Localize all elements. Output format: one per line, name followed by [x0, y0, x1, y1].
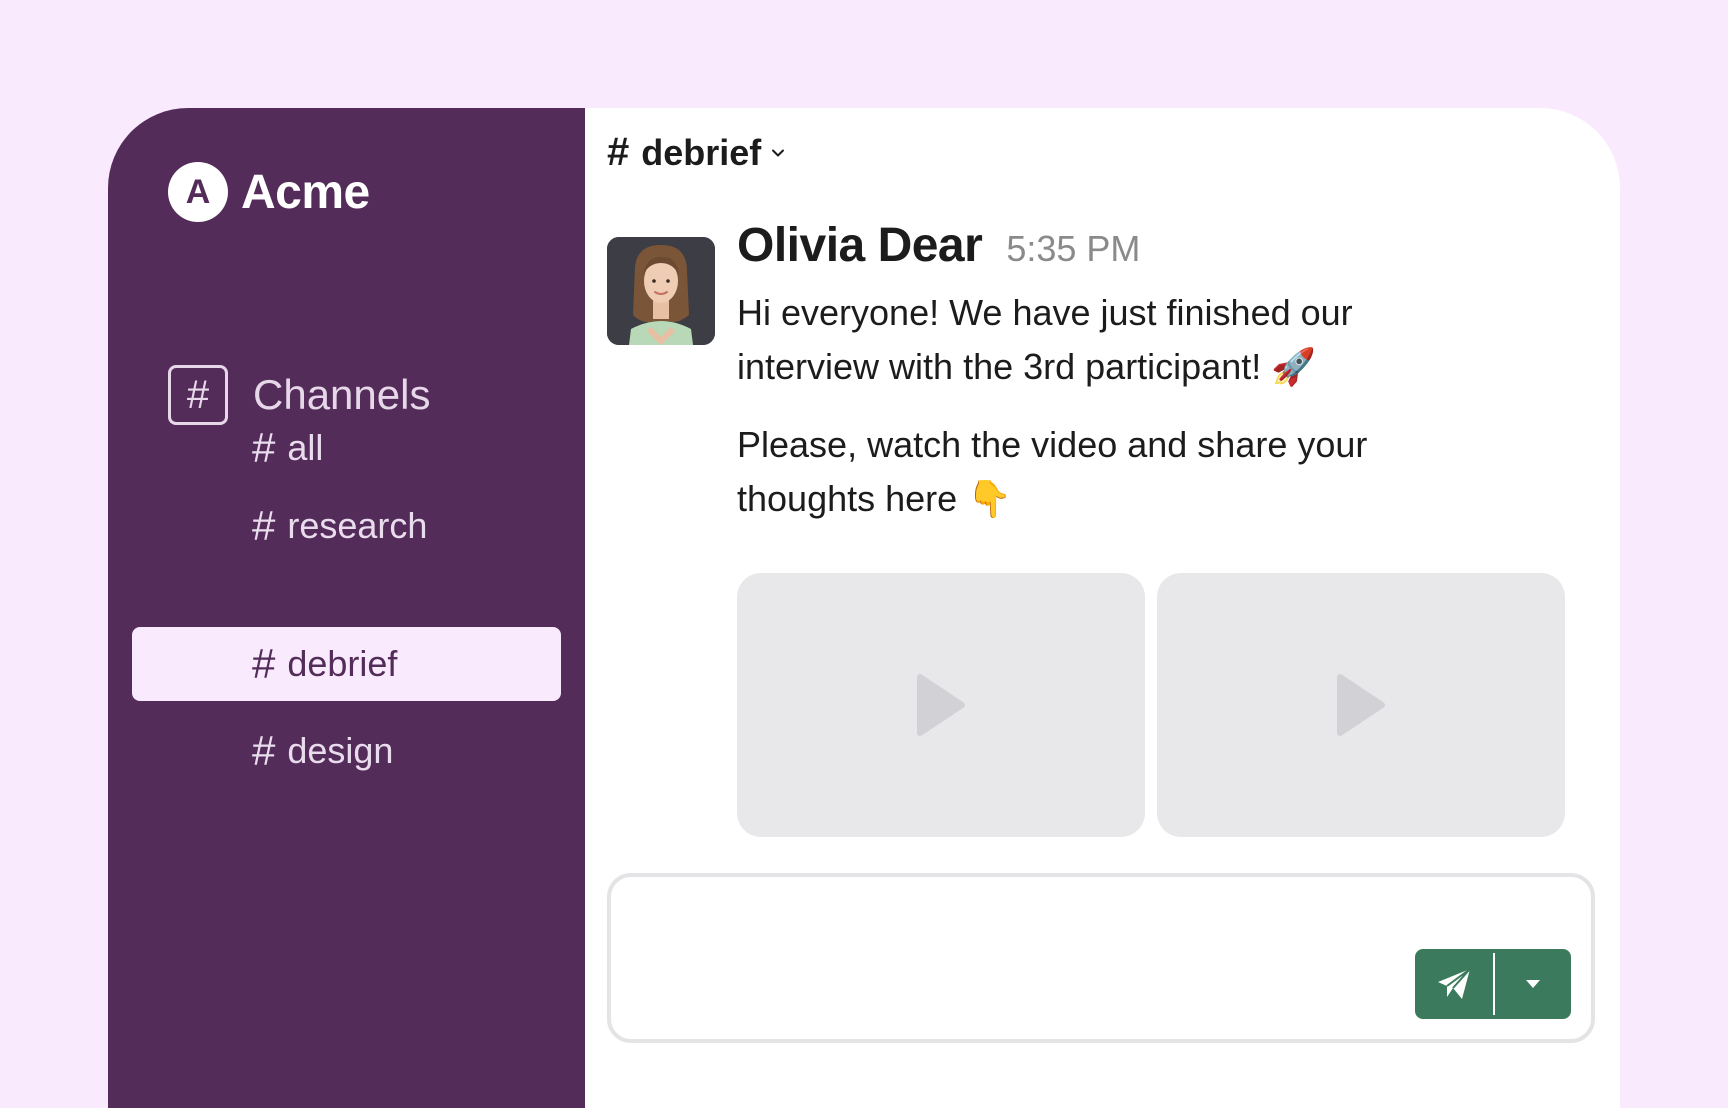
sidebar-item-debrief[interactable]: # debrief	[132, 627, 561, 701]
sidebar-item-research[interactable]: # research	[132, 489, 561, 563]
channel-title: debrief	[641, 131, 762, 173]
sidebar-item-all[interactable]: # all	[132, 411, 561, 485]
channel-label: research	[287, 505, 428, 546]
message-author[interactable]: Olivia Dear	[737, 218, 983, 273]
message-paragraph: Hi everyone! We have just finished our i…	[737, 292, 1353, 387]
send-button-group	[1415, 949, 1571, 1019]
sidebar: A Acme # Channels # all # research # deb…	[108, 108, 585, 1108]
channel-title-dropdown[interactable]: # debrief	[607, 130, 785, 175]
hash-icon: #	[252, 727, 276, 774]
video-attachment[interactable]	[1157, 573, 1565, 837]
video-attachment[interactable]	[737, 573, 1145, 837]
paper-plane-icon	[1438, 968, 1471, 999]
hash-icon: #	[252, 640, 276, 687]
send-button[interactable]	[1415, 949, 1493, 1019]
message-composer[interactable]	[607, 873, 1595, 1043]
chevron-down-icon	[772, 149, 785, 156]
workspace-logo: A	[168, 162, 228, 222]
sidebar-item-design[interactable]: # design	[132, 714, 561, 788]
play-icon	[917, 674, 965, 736]
conversation-pane: # debrief Olivia Dear 5:35 PM Hi everyon…	[585, 108, 1620, 1108]
workspace-name: Acme	[241, 165, 370, 219]
hash-icon: #	[252, 502, 276, 549]
user-photo	[607, 237, 715, 345]
play-icon	[1337, 674, 1385, 736]
message-paragraph: Please, watch the video and share your t…	[737, 424, 1368, 519]
message-timestamp[interactable]: 5:35 PM	[1006, 228, 1140, 270]
hash-icon: #	[607, 130, 630, 174]
message-header: Olivia Dear 5:35 PM	[737, 218, 1140, 273]
send-options-button[interactable]	[1495, 949, 1571, 1019]
hash-icon: #	[252, 424, 276, 471]
channel-label: all	[287, 427, 324, 468]
caret-down-icon	[1526, 980, 1540, 988]
app-window: A Acme # Channels # all # research # deb…	[108, 108, 1620, 1108]
channel-label: debrief	[287, 643, 398, 684]
workspace-brand[interactable]: A Acme	[168, 162, 370, 222]
avatar[interactable]	[607, 237, 715, 345]
channel-label: design	[287, 730, 394, 771]
